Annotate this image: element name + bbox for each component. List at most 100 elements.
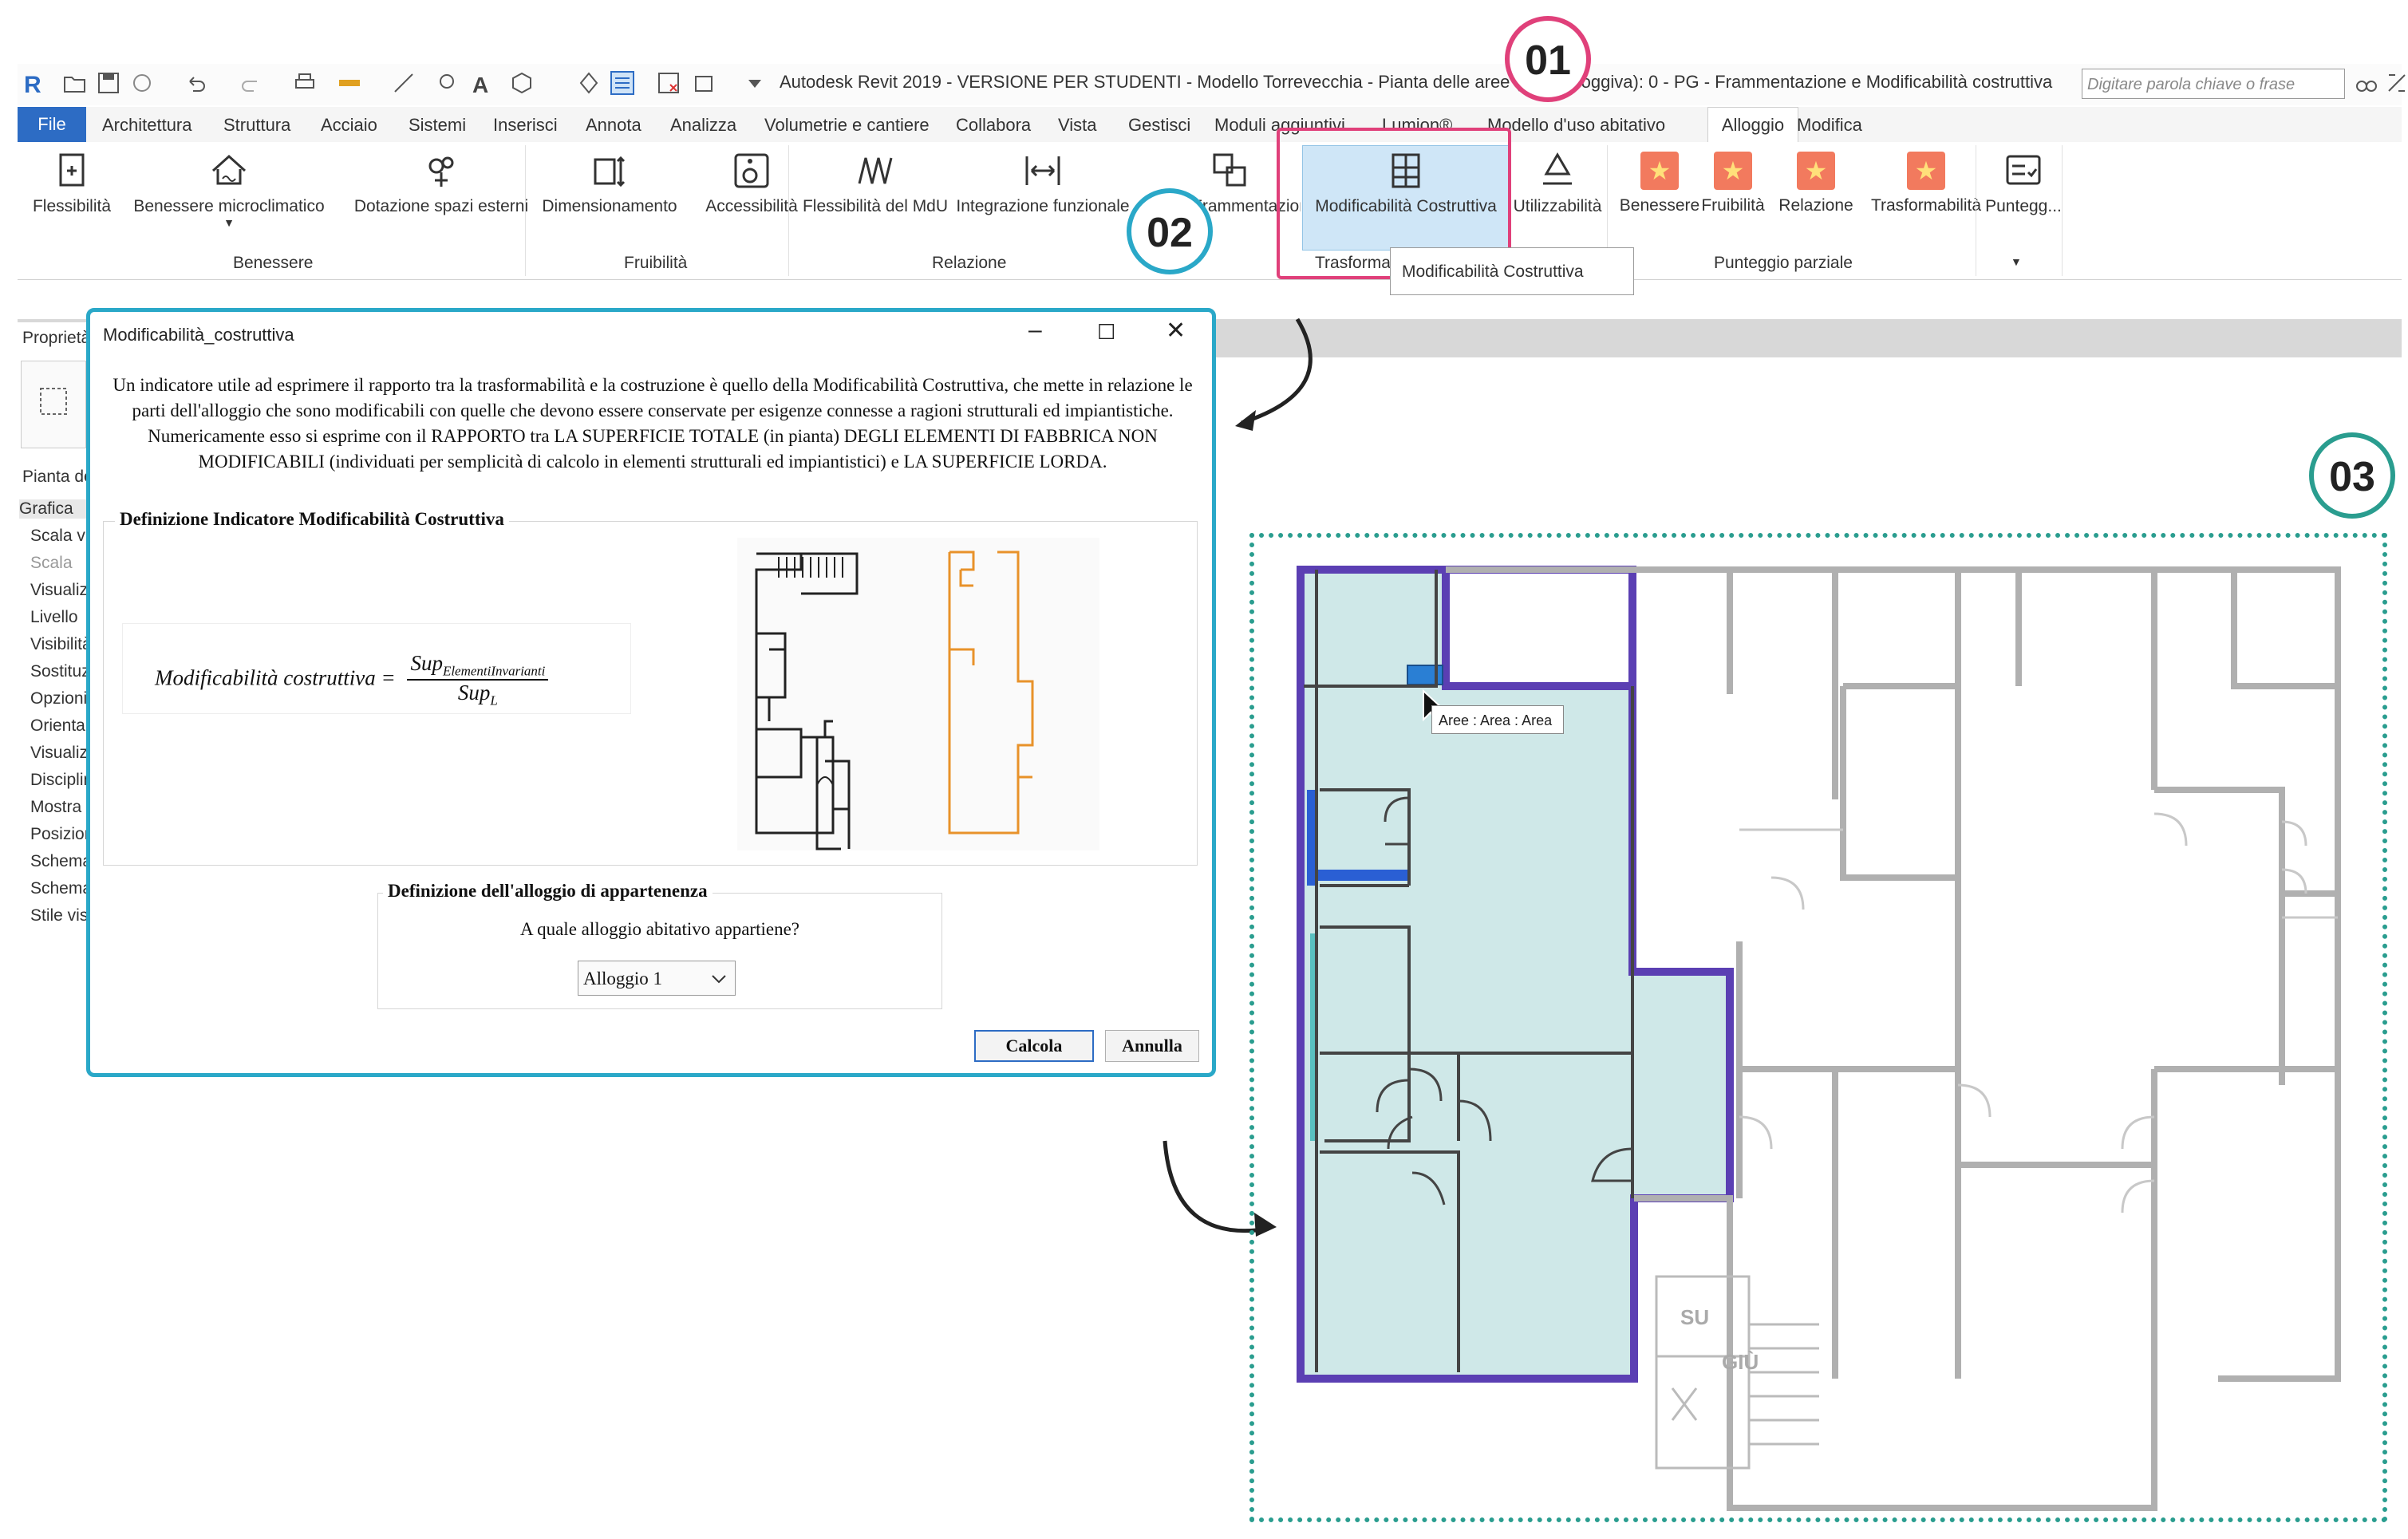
tab-inserisci[interactable]: Inserisci	[493, 115, 558, 136]
tab-acciaio[interactable]: Acciaio	[321, 115, 377, 136]
minimize-icon[interactable]: –	[1028, 317, 1042, 344]
svg-text:R: R	[24, 72, 41, 96]
properties-type[interactable]: Pianta delle aree	[22, 468, 89, 487]
relazione-score-button[interactable]: ★ Relazione	[1767, 148, 1865, 215]
undo-icon[interactable]	[184, 70, 209, 96]
text-icon[interactable]: A	[468, 70, 493, 96]
zigzag-icon	[858, 157, 893, 184]
tab-modello-uso-abitativo[interactable]: Modello d'uso abitativo	[1487, 115, 1665, 136]
trasformabilita-score-button[interactable]: ★ Trasformabilità	[1857, 148, 1995, 215]
benessere-microclimatico-button[interactable]: Benessere microclimatico ▼	[124, 148, 334, 229]
property-row[interactable]: Stile vis	[30, 906, 88, 921]
dotazione-spazi-esterni-button[interactable]: Dotazione spazi esterni	[337, 148, 546, 216]
property-row[interactable]: Mostra	[30, 798, 81, 817]
tab-modifica[interactable]: Modifica	[1797, 115, 1862, 136]
property-row[interactable]: Schema	[30, 852, 89, 871]
flessibilita-label: Flessibilità	[32, 197, 112, 215]
binoculars-icon[interactable]	[2354, 70, 2379, 96]
punteggio-label: Puntegg...	[1985, 197, 2062, 215]
close-hidden-icon[interactable]	[656, 70, 681, 96]
area-tooltip: Aree : Area : Area	[1431, 705, 1564, 734]
open-icon[interactable]	[62, 70, 88, 96]
panel-expand-icon[interactable]: ▼	[2011, 255, 2022, 268]
calcola-button[interactable]: Calcola	[974, 1030, 1094, 1062]
customize-qat-icon[interactable]	[742, 70, 768, 96]
fruibilita-score-button[interactable]: ★ Fruibilità	[1688, 148, 1778, 215]
property-group[interactable]: Grafica	[19, 499, 88, 519]
title-bar: R A Autodesk Revit 2019 - VERSIONE PER S…	[18, 64, 2406, 105]
tab-volumetrie[interactable]: Volumetrie e cantiere	[764, 115, 930, 136]
property-row[interactable]: Visualizza	[30, 581, 89, 600]
switch-windows-icon[interactable]	[693, 70, 718, 96]
sync-icon[interactable]	[129, 70, 155, 96]
tab-file[interactable]: File	[18, 107, 86, 142]
flessibilita-button[interactable]: Flessibilità	[24, 148, 120, 216]
window-title: Autodesk Revit 2019 - VERSIONE PER STUDE…	[780, 72, 2053, 92]
property-row[interactable]: Schema	[30, 879, 89, 898]
tab-annota[interactable]: Annota	[586, 115, 641, 136]
panel-separator	[2062, 145, 2063, 276]
ribbon: Flessibilità Benessere microclimatico ▼ …	[18, 142, 2402, 280]
revit-logo-icon[interactable]: R	[21, 70, 46, 96]
tag-icon[interactable]	[432, 70, 458, 96]
tab-vista[interactable]: Vista	[1058, 115, 1097, 136]
panel-separator	[788, 145, 789, 276]
badge-03: 03	[2309, 432, 2395, 519]
tab-analizza[interactable]: Analizza	[670, 115, 736, 136]
property-row[interactable]: Orientamento	[30, 716, 89, 736]
tab-gestisci[interactable]: Gestisci	[1128, 115, 1190, 136]
flessibilita-mdu-button[interactable]: Flessibilità del MdU	[793, 148, 957, 216]
dimension-icon[interactable]	[391, 70, 416, 96]
benessere-microclimatico-label: Benessere microclimatico	[133, 197, 325, 215]
tab-alloggio[interactable]: Alloggio	[1707, 107, 1798, 142]
formula-numerator: SupElementiInvarianti	[407, 651, 549, 681]
panel-separator	[525, 145, 526, 276]
type-selector[interactable]	[21, 361, 86, 448]
save-icon[interactable]	[96, 70, 121, 96]
section-icon[interactable]	[576, 70, 602, 96]
alloggio-select[interactable]: Alloggio 1	[578, 961, 736, 996]
flessibilita-mdu-label: Flessibilità del MdU	[802, 197, 949, 215]
integrazione-funzionale-button[interactable]: Integrazione funzionale	[953, 148, 1133, 216]
property-row[interactable]: Scala vista	[30, 527, 89, 546]
panel-title-benessere: Benessere	[233, 254, 314, 272]
door-flex-icon	[59, 153, 85, 187]
tab-architettura[interactable]: Architettura	[102, 115, 192, 136]
chevron-down-icon	[712, 975, 726, 984]
utilizzabilita-label: Utilizzabilità	[1513, 197, 1602, 215]
property-row[interactable]: Visibilità	[30, 635, 89, 654]
width-arrows-icon	[1025, 156, 1060, 185]
3d-view-icon[interactable]	[509, 70, 535, 96]
tab-sistemi[interactable]: Sistemi	[409, 115, 466, 136]
panel-title-punteggio-parziale: Punteggio parziale	[1714, 254, 1853, 272]
property-row[interactable]: Livello	[30, 608, 78, 627]
tab-struttura[interactable]: Struttura	[223, 115, 290, 136]
floor-plan-view[interactable]: SU GIÙ	[1293, 558, 2354, 1516]
area-boundary-top	[1446, 566, 1636, 686]
redo-icon[interactable]	[238, 70, 263, 96]
structural-element	[1309, 870, 1409, 881]
tab-collabora[interactable]: Collabora	[956, 115, 1031, 136]
property-row[interactable]: Posizione	[30, 825, 89, 844]
annulla-button[interactable]: Annulla	[1105, 1030, 1199, 1062]
print-icon[interactable]	[292, 70, 318, 96]
property-row[interactable]: Opzioni	[30, 689, 87, 708]
property-row[interactable]: Visualizza	[30, 744, 89, 763]
measure-icon[interactable]	[337, 70, 362, 96]
search-input[interactable]: Digitare parola chiave o frase	[2082, 69, 2345, 99]
property-row[interactable]: Disciplina	[30, 771, 89, 790]
close-icon[interactable]: ✕	[1166, 317, 1186, 345]
dimensionamento-button[interactable]: Dimensionamento	[530, 148, 689, 216]
house-climate-icon	[211, 154, 247, 185]
utilizzabilita-button[interactable]: Utilizzabilità	[1502, 148, 1613, 216]
fruibilita-label: Fruibilità	[1701, 196, 1765, 215]
maximize-icon[interactable]: ☐	[1097, 320, 1115, 345]
integrazione-label: Integrazione funzionale	[956, 197, 1130, 215]
star-score-icon: ★	[1640, 152, 1679, 190]
property-row[interactable]: Sostituzioni	[30, 662, 89, 681]
formula-denominator: SupL	[407, 681, 548, 708]
subscription-icon[interactable]	[2384, 70, 2408, 96]
dimension-box-icon	[594, 156, 626, 187]
thin-lines-icon[interactable]	[610, 70, 635, 96]
punteggio-button[interactable]: Puntegg...	[1980, 148, 2067, 216]
